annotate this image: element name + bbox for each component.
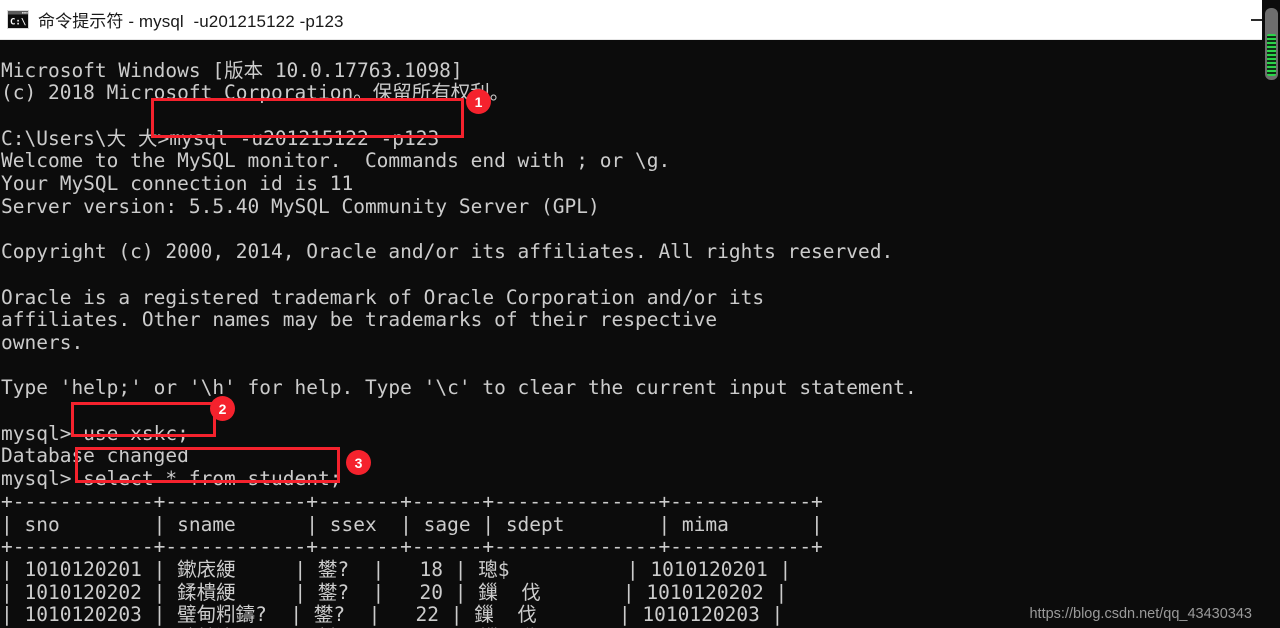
annotation-badge-2: 2 bbox=[210, 396, 235, 421]
window-title: 命令提示符 - mysql -u201215122 -p123 bbox=[38, 12, 344, 31]
console-line: | sno | sname | ssex | sage | sdept | mi… bbox=[1, 512, 823, 536]
annotation-badge-1: 1 bbox=[466, 89, 491, 114]
watermark-url: https://blog.csdn.net/qq_43430343 bbox=[1029, 606, 1252, 622]
console-line: | 1010120202 | 鍒樻綆 | 鐢? | 20 | 鏁 伐 | 101… bbox=[1, 580, 788, 604]
console-line: Database changed bbox=[1, 444, 189, 468]
console-line: Oracle is a registered trademark of Orac… bbox=[1, 285, 765, 309]
console-line: Microsoft Windows [版本 10.0.17763.1098] bbox=[1, 58, 463, 82]
screenshot-root: C:\ 命令提示符 - mysql -u201215122 -p123 Micr… bbox=[0, 0, 1280, 628]
console-text: Microsoft Windows [版本 10.0.17763.1098] (… bbox=[0, 58, 917, 628]
console-line: (c) 2018 Microsoft Corporation。保留所有权利。 bbox=[1, 81, 510, 105]
console-line: Your MySQL connection id is 11 bbox=[1, 172, 354, 196]
annotation-badge-3: 3 bbox=[346, 450, 371, 475]
console-line: Copyright (c) 2000, 2014, Oracle and/or … bbox=[1, 240, 894, 264]
console-line: | 1010120201 | 鏉庡綆 | 鐢? | 18 | 璁$ | 1010… bbox=[1, 557, 792, 581]
console-line: Welcome to the MySQL monitor. Commands e… bbox=[1, 149, 671, 173]
console-line: mysql> use xskc; bbox=[1, 421, 189, 445]
scrollbar-thumb[interactable] bbox=[1265, 8, 1278, 80]
console-line: | 1010120203 | 璧甸粌鑄? | 鐢? | 22 | 鏁 伐 | 1… bbox=[1, 603, 784, 627]
console-line: affiliates. Other names may be trademark… bbox=[1, 308, 718, 332]
console-output-area[interactable]: Microsoft Windows [版本 10.0.17763.1098] (… bbox=[0, 40, 1280, 628]
scrollbar-thumb-stripes bbox=[1267, 34, 1276, 76]
console-line: +------------+------------+-------+-----… bbox=[1, 489, 823, 513]
console-line: owners. bbox=[1, 330, 84, 354]
console-line: +------------+------------+-------+-----… bbox=[1, 535, 823, 559]
svg-text:C:\: C:\ bbox=[10, 18, 26, 28]
console-line: mysql> select * from student; bbox=[1, 467, 342, 491]
console-line: C:\Users\大 大>mysql -u201215122 -p123 bbox=[1, 126, 440, 150]
cmd-console-icon: C:\ bbox=[7, 10, 29, 29]
console-line: Type 'help;' or '\h' for help. Type '\c'… bbox=[1, 376, 917, 400]
vertical-scrollbar[interactable] bbox=[1262, 0, 1280, 628]
console-line: Server version: 5.5.40 MySQL Community S… bbox=[1, 194, 600, 218]
window-title-bar[interactable]: C:\ 命令提示符 - mysql -u201215122 -p123 bbox=[0, 0, 1280, 40]
